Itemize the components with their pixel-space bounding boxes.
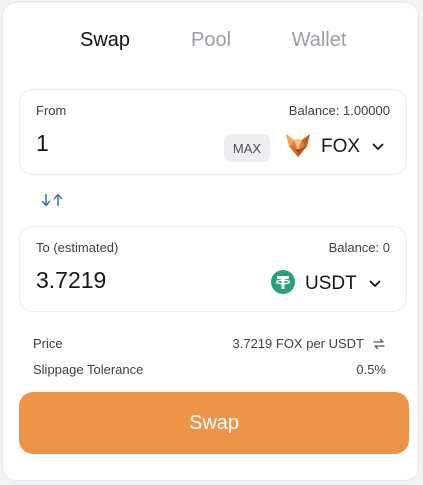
to-label: To (estimated)	[36, 240, 119, 255]
swap-button[interactable]: Swap	[19, 392, 409, 454]
swap-arrows-icon[interactable]	[40, 191, 66, 209]
slippage-row: Slippage Tolerance 0.5%	[33, 362, 386, 377]
slippage-label: Slippage Tolerance	[33, 362, 144, 377]
price-label: Price	[33, 336, 63, 351]
invert-price-icon[interactable]	[372, 337, 386, 351]
tab-bar: Swap Pool Wallet	[3, 29, 418, 59]
chevron-down-icon	[372, 143, 384, 151]
tab-pool[interactable]: Pool	[191, 29, 231, 52]
swap-card: Swap Pool Wallet From Balance: 1.00000 M…	[2, 2, 419, 481]
fox-logo-icon	[284, 131, 312, 164]
max-button[interactable]: MAX	[224, 134, 270, 162]
to-token-selector[interactable]: USDT	[270, 267, 381, 301]
chevron-down-icon	[369, 280, 381, 288]
from-amount-input[interactable]	[36, 130, 196, 157]
slippage-value[interactable]: 0.5%	[356, 362, 386, 377]
to-balance: Balance: 0	[328, 240, 390, 255]
tab-wallet[interactable]: Wallet	[292, 29, 347, 52]
from-token-selector[interactable]: FOX	[284, 130, 384, 164]
tether-logo-icon	[270, 269, 296, 300]
to-panel: To (estimated) Balance: 0 USDT	[19, 226, 407, 312]
from-label: From	[36, 103, 67, 118]
to-token-name: USDT	[305, 273, 357, 294]
to-amount-input[interactable]	[36, 267, 196, 294]
price-row: Price 3.7219 FOX per USDT	[33, 336, 386, 351]
from-balance: Balance: 1.00000	[288, 103, 390, 118]
price-value: 3.7219 FOX per USDT	[232, 336, 365, 351]
tab-swap[interactable]: Swap	[80, 29, 130, 52]
from-token-name: FOX	[321, 136, 361, 157]
from-panel: From Balance: 1.00000 MAX FOX	[19, 89, 407, 175]
